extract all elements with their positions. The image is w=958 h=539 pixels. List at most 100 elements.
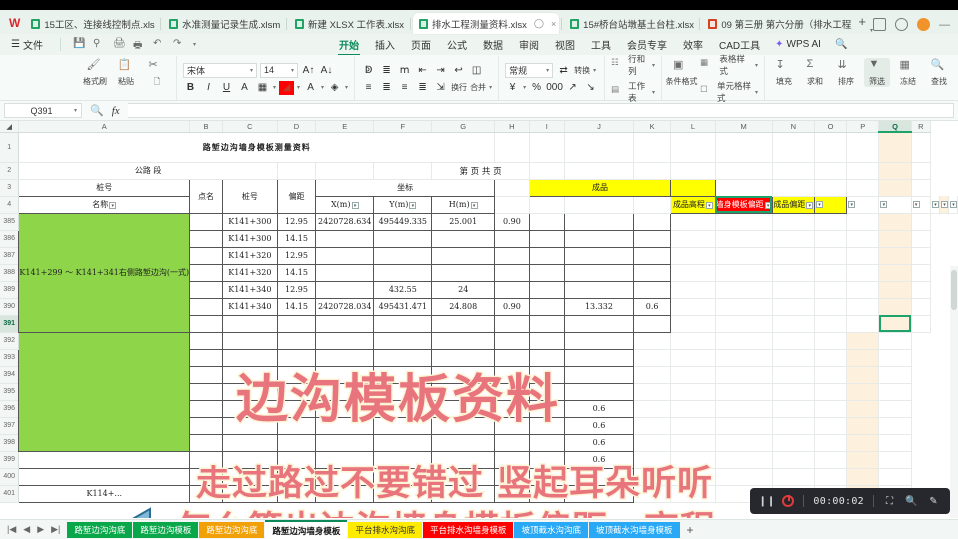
- cell-P387[interactable]: [846, 247, 880, 265]
- add-sheet-button[interactable]: +: [681, 523, 700, 537]
- cell-D394[interactable]: [276, 365, 317, 384]
- cell-L389[interactable]: [670, 281, 716, 299]
- cell-M387[interactable]: [715, 247, 773, 265]
- filter-icon[interactable]: ▾: [950, 201, 957, 209]
- doc-tab-4[interactable]: 15#桥台站墩基土台柱.xlsx: [564, 13, 697, 34]
- rows-cols-button[interactable]: ☷ 行和列 ▾: [611, 53, 655, 77]
- cell-G394[interactable]: [431, 365, 496, 384]
- cell-E394[interactable]: [315, 365, 375, 384]
- wps-ai-button[interactable]: ✦ WPS AI: [775, 39, 821, 50]
- cell-J393[interactable]: [563, 348, 635, 367]
- pen-icon[interactable]: ✎: [927, 495, 940, 508]
- align-top-icon[interactable]: ↁ: [361, 63, 376, 77]
- column-header-D[interactable]: D: [277, 121, 317, 133]
- cell-E395[interactable]: [315, 382, 375, 401]
- cell-C391[interactable]: [221, 314, 278, 333]
- cell-A399[interactable]: [18, 450, 191, 469]
- column-header-G[interactable]: G: [431, 121, 496, 133]
- column-header-C[interactable]: C: [222, 121, 278, 133]
- sheet-tab-6[interactable]: 坡顶截水沟沟底: [514, 521, 588, 538]
- cell-H401[interactable]: [494, 484, 530, 503]
- cell-H1[interactable]: [494, 132, 530, 163]
- first-sheet-button[interactable]: |◀: [7, 524, 16, 535]
- redo-icon[interactable]: ↷: [173, 38, 186, 51]
- header-name-group[interactable]: 桩号: [18, 178, 191, 197]
- header-product-offset[interactable]: 成品偏距 ▾: [771, 195, 816, 214]
- cell-F393[interactable]: [373, 348, 433, 367]
- sheet-tab-3-active[interactable]: 路堑边沟墙身模板: [265, 520, 348, 539]
- cell-P386[interactable]: [846, 230, 880, 248]
- cell-E385[interactable]: 2420728.634: [315, 212, 375, 231]
- cell-M386[interactable]: [715, 230, 773, 248]
- cell-G395[interactable]: [431, 382, 496, 401]
- cell-K394[interactable]: [633, 366, 672, 384]
- align-left-icon[interactable]: ≡: [361, 80, 376, 94]
- cell-E2[interactable]: [315, 162, 375, 180]
- cell-G389[interactable]: 24: [431, 280, 496, 299]
- header-product-group[interactable]: 成品: [528, 178, 672, 197]
- help-icon[interactable]: [895, 18, 908, 31]
- cell-P2[interactable]: [846, 162, 880, 180]
- cell-D390[interactable]: 14.15: [276, 297, 317, 316]
- capture-icon[interactable]: ⛶: [883, 495, 896, 508]
- cell-M391[interactable]: [715, 315, 773, 333]
- cell-L399[interactable]: [670, 451, 716, 469]
- menu-item-review[interactable]: 审阅: [518, 35, 540, 54]
- cell-G4[interactable]: [564, 196, 635, 214]
- cell-D388[interactable]: 14.15: [276, 263, 317, 282]
- filter-icon[interactable]: ▾: [912, 201, 920, 209]
- row-header-2[interactable]: 2: [0, 162, 20, 180]
- cell-H390[interactable]: 0.90: [494, 297, 530, 316]
- header-wall-form-offset[interactable]: 墙身模板偏距 ▾: [714, 195, 773, 214]
- cell-Q388[interactable]: [878, 264, 912, 282]
- cell-N400[interactable]: [772, 468, 816, 486]
- cell-D391[interactable]: [276, 314, 317, 333]
- cell-F397[interactable]: [373, 416, 433, 435]
- cell-Q391-active[interactable]: [878, 315, 912, 333]
- cell-B385[interactable]: [189, 212, 223, 231]
- cell-P389[interactable]: [846, 281, 880, 299]
- cell-D387[interactable]: 12.95: [276, 246, 317, 265]
- header-point-name[interactable]: 点名: [189, 178, 223, 214]
- cell-Q400[interactable]: [878, 468, 912, 486]
- cell-B387[interactable]: [189, 246, 223, 265]
- cell-R1[interactable]: [911, 132, 932, 163]
- cell-R4[interactable]: ▾: [948, 196, 958, 214]
- row-header-394[interactable]: 394: [0, 366, 20, 384]
- cell-F398[interactable]: [373, 433, 433, 452]
- row-header-4[interactable]: 4: [0, 196, 20, 214]
- cell-Q390[interactable]: [878, 298, 912, 316]
- cell-M394[interactable]: [715, 366, 773, 384]
- cell-I399[interactable]: [528, 450, 565, 469]
- underline-button[interactable]: U: [219, 81, 234, 95]
- cell-N392[interactable]: [772, 332, 816, 350]
- cell-H393[interactable]: [494, 348, 530, 367]
- strikethrough-button[interactable]: A: [237, 81, 252, 95]
- cell-J401[interactable]: [563, 484, 635, 503]
- cell-F399[interactable]: [373, 450, 433, 469]
- cell-N3[interactable]: [772, 179, 816, 197]
- cell-C386[interactable]: K141+300: [221, 229, 278, 248]
- fx-icon[interactable]: fx: [112, 105, 120, 117]
- cell-L386[interactable]: [670, 230, 716, 248]
- cell-P392[interactable]: [846, 332, 880, 350]
- font-color-icon[interactable]: A: [303, 81, 318, 95]
- filter-icon[interactable]: ▾: [848, 201, 856, 209]
- cell-L398[interactable]: [670, 434, 716, 452]
- cell-P4[interactable]: ▾: [930, 196, 940, 214]
- row-group-label-2[interactable]: [18, 331, 191, 452]
- filter-icon[interactable]: ▾: [109, 201, 117, 209]
- cell-O4[interactable]: ▾: [911, 196, 932, 214]
- cell-J387[interactable]: [563, 246, 635, 265]
- cell-L397[interactable]: [670, 417, 716, 435]
- align-center-icon[interactable]: ≣: [379, 80, 394, 94]
- chevron-down-icon[interactable]: ▾: [297, 84, 300, 91]
- cell-K393[interactable]: [633, 349, 672, 367]
- cell-J385[interactable]: [563, 212, 635, 231]
- cell-B388[interactable]: [189, 263, 223, 282]
- bold-button[interactable]: B: [183, 81, 198, 95]
- cell-R3[interactable]: [911, 179, 932, 197]
- fill-color-icon[interactable]: ◢: [279, 80, 295, 95]
- cell-L3[interactable]: [670, 178, 716, 197]
- cell-K392[interactable]: [633, 332, 672, 350]
